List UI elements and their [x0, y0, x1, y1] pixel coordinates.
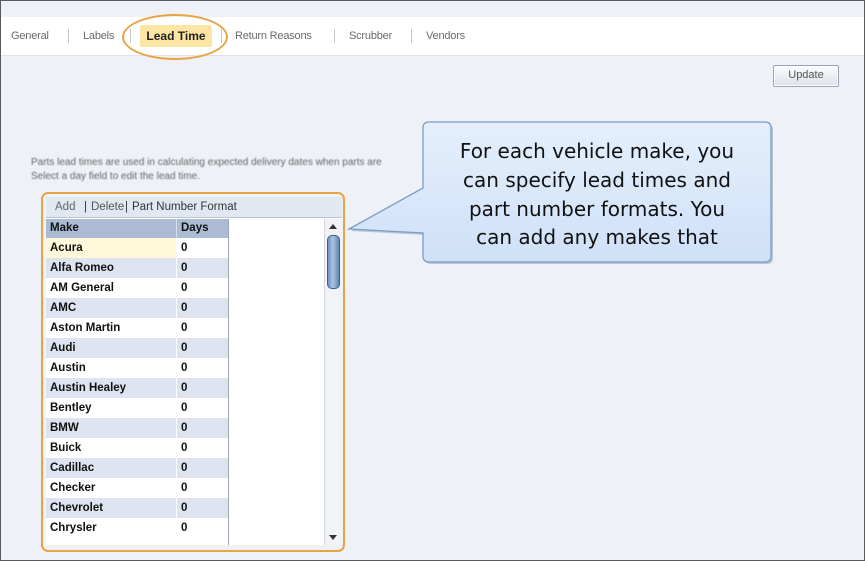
callout-line: can specify lead times and: [463, 168, 731, 192]
callout-line: can add any makes that: [476, 225, 718, 249]
callout-line: For each vehicle make, you: [460, 139, 734, 163]
callout-tooltip: For each vehicle make, you can specify l…: [346, 121, 773, 264]
callout-line: part number formats. You: [469, 197, 725, 221]
